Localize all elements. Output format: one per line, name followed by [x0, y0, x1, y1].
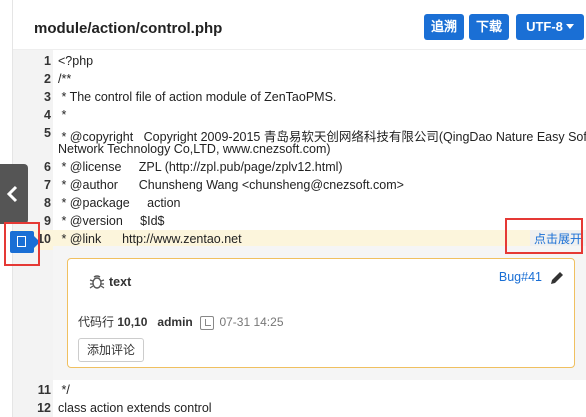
chevron-left-icon	[6, 185, 18, 203]
chevron-down-icon	[565, 24, 574, 30]
line-code: /**	[58, 72, 72, 86]
file-path-title: module/action/control.php	[34, 20, 223, 37]
line-number: 1	[44, 54, 51, 68]
line-number: 2	[44, 72, 51, 86]
line-code: * @author Chunsheng Wang <chunsheng@cnez…	[58, 178, 404, 192]
line-number: 5	[44, 126, 51, 140]
bug-icon	[89, 275, 105, 289]
pencil-icon[interactable]	[548, 269, 566, 287]
blame-button[interactable]: 追溯	[424, 14, 464, 40]
line-number: 11	[37, 383, 51, 397]
line-code: * The control file of action module of Z…	[58, 90, 337, 104]
line-number: 3	[44, 90, 51, 104]
line-label: 代码行	[78, 315, 115, 329]
encoding-select[interactable]: UTF-8	[516, 14, 584, 40]
download-button[interactable]: 下载	[469, 14, 509, 40]
line-number: 4	[44, 108, 51, 122]
encoding-label: UTF-8	[526, 19, 563, 34]
annotation-highlight-box	[505, 218, 583, 254]
annotation-highlight-box	[4, 222, 40, 266]
line-number: 12	[37, 401, 51, 415]
line-code: *	[58, 108, 67, 122]
file-header: module/action/control.php 追溯 下载 UTF-8	[13, 0, 586, 50]
line-code: * @license ZPL (http://zpl.pub/page/zplv…	[58, 160, 343, 174]
line-code: Network Technology Co,LTD, www.cnezsoft.…	[58, 142, 331, 156]
line-code: * @version $Id$	[58, 214, 165, 228]
code-viewer-panel: module/action/control.php 追溯 下载 UTF-8 1 <…	[12, 0, 586, 417]
line-code: * @package action	[58, 196, 181, 210]
bug-link[interactable]: Bug#41	[499, 270, 542, 284]
sidebar-collapse-button[interactable]	[0, 164, 28, 224]
comment-meta: 代码行 10,10 admin 07-31 14:25	[78, 313, 284, 330]
comment-card: text Bug#41 代码行 10,10 admin 07-31 14:25 …	[67, 258, 575, 368]
add-comment-button[interactable]: 添加评论	[78, 338, 144, 362]
line-code: * @link http://www.zentao.net	[58, 232, 242, 246]
line-code: <?php	[58, 54, 94, 68]
line-code: */	[58, 383, 70, 397]
line-range: 10,10	[117, 315, 148, 329]
line-code: class action extends control	[58, 401, 212, 415]
code-area: 1 <?php 2 /** 3 * The control file of acti…	[13, 50, 586, 417]
comment-title: text	[109, 275, 132, 289]
comment-time: 07-31 14:25	[219, 315, 284, 329]
clock-icon	[200, 315, 215, 330]
comment-author: admin	[157, 315, 193, 329]
